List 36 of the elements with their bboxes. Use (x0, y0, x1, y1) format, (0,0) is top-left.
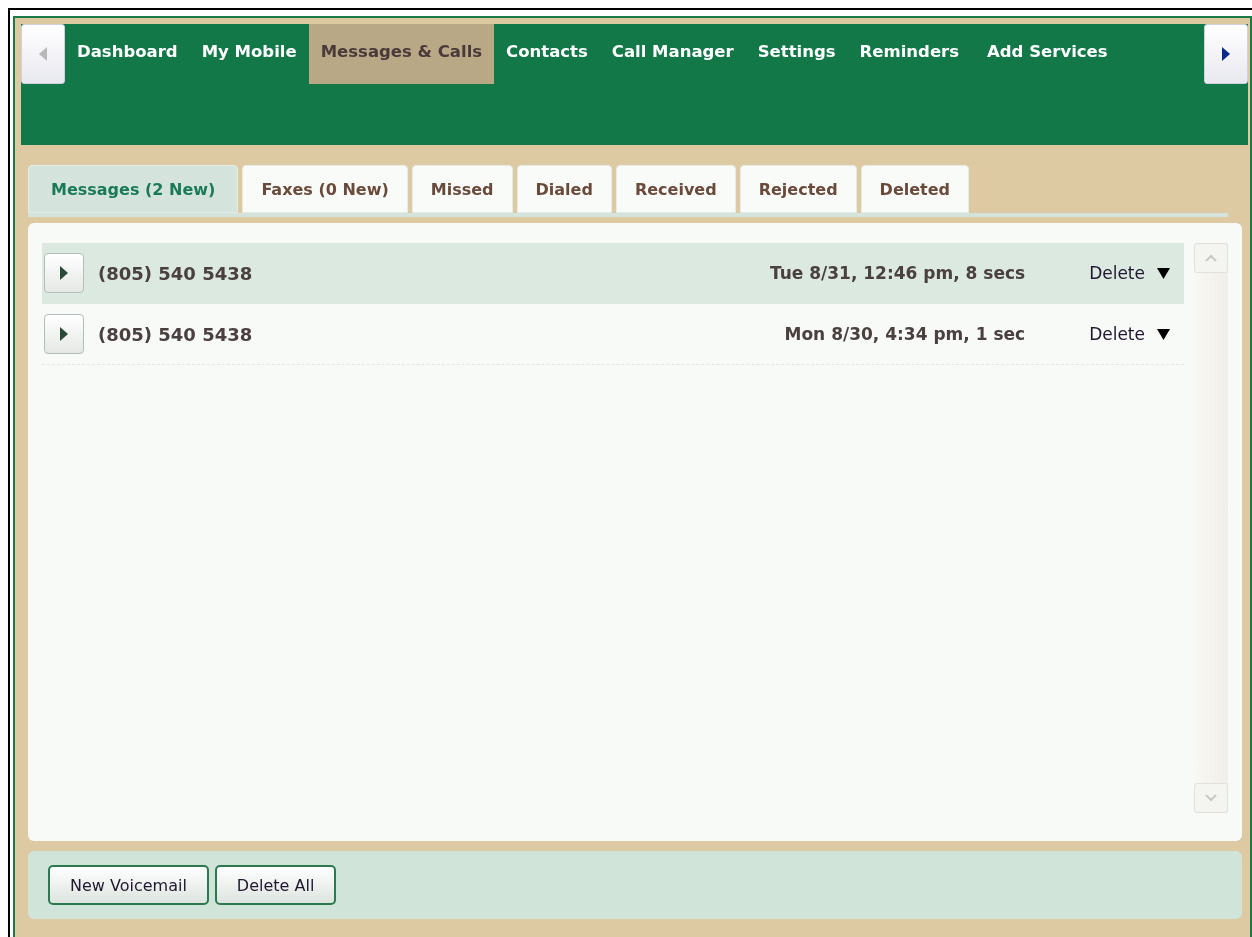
footer-button[interactable]: Delete All (214, 865, 337, 905)
phone-number: (805) 540 5438 (98, 262, 254, 284)
left-arrow-icon (38, 46, 48, 62)
delete-link[interactable]: Delete (1089, 263, 1145, 283)
message-row[interactable]: (805) 540 5438 Mon 8/30, 4:34 pm, 1 sec Delete (42, 304, 1184, 365)
nav-item[interactable]: Messages & Calls (308, 24, 495, 84)
right-arrow-icon (1221, 46, 1231, 62)
play-icon (59, 326, 69, 342)
message-row[interactable]: (805) 540 5438 Tue 8/31, 12:46 pm, 8 secs Delete (42, 243, 1184, 304)
delete-link[interactable]: Delete (1089, 324, 1145, 344)
nav-item[interactable]: My Mobile (189, 24, 309, 84)
tab[interactable]: Messages (2 New) (28, 165, 239, 213)
up-chevron-icon (1205, 254, 1217, 262)
nav-item[interactable]: Add Services (971, 24, 1120, 84)
tab[interactable]: Rejected (739, 165, 857, 213)
caret-icon[interactable] (1157, 267, 1170, 279)
tab[interactable]: Deleted (860, 165, 969, 213)
call-time: Mon 8/30, 4:34 pm, 1 sec (784, 324, 1026, 344)
tab[interactable]: Missed (411, 165, 513, 213)
play-button[interactable] (44, 314, 84, 354)
play-icon (59, 265, 69, 281)
play-button[interactable] (44, 253, 84, 293)
down-chevron-icon (1205, 794, 1217, 802)
scroll-right-button[interactable] (1204, 24, 1248, 84)
nav-item[interactable]: Dashboard (65, 24, 190, 84)
phone-number: (805) 540 5438 (98, 323, 254, 345)
tab[interactable]: Faxes (0 New) (242, 165, 408, 213)
footer-button[interactable]: New Voicemail (48, 865, 209, 905)
caret-icon[interactable] (1157, 328, 1170, 340)
call-time: Tue 8/31, 12:46 pm, 8 secs (769, 263, 1026, 283)
nav-item[interactable]: Call Manager (599, 24, 746, 84)
nav-item[interactable]: Settings (745, 24, 848, 84)
nav-item[interactable]: Reminders (847, 24, 972, 84)
tab[interactable]: Received (615, 165, 736, 213)
nav-item[interactable]: Contacts (494, 24, 600, 84)
tab[interactable]: Dialed (516, 165, 612, 213)
